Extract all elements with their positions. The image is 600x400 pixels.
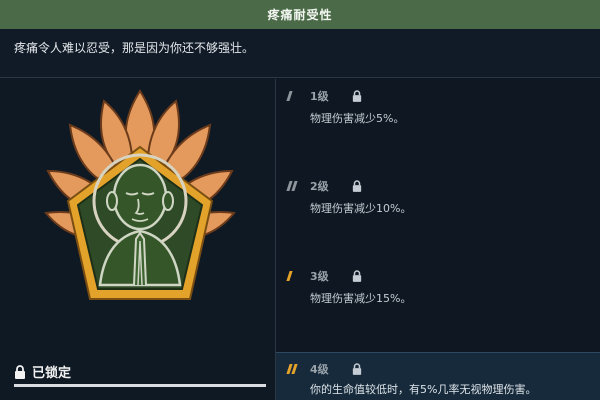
- lock-icon: [352, 270, 362, 282]
- status-divider: [14, 384, 266, 387]
- tier-list: 1级 物理伤害减少5%。 2级 物理伤害减少10%。 3级 物理伤害减少15%。…: [276, 79, 600, 400]
- tier-1-effect: 物理伤害减少5%。: [310, 112, 405, 125]
- lock-icon: [15, 364, 25, 379]
- lock-icon: [352, 90, 362, 102]
- tier-3-label: 3级: [310, 270, 329, 283]
- tier-3-effect: 物理伤害减少15%。: [310, 292, 412, 305]
- tier-1-rank-icon: [286, 91, 302, 101]
- tier-1[interactable]: 1级 物理伤害减少5%。: [276, 79, 600, 169]
- window-title: 疼痛耐受性: [267, 8, 333, 22]
- tier-2-effect: 物理伤害减少10%。: [310, 202, 412, 215]
- tier-4-rank-icon: [286, 364, 302, 374]
- window-title-bar: 疼痛耐受性: [0, 0, 600, 29]
- lock-icon: [352, 180, 362, 192]
- tier-4[interactable]: 4级 你的生命值较低时，有5%几率无视物理伤害。: [276, 352, 600, 400]
- tier-3[interactable]: 3级 物理伤害减少15%。: [276, 259, 600, 349]
- description-text: 疼痛令人难以忍受，那是因为你还不够强壮。: [14, 41, 255, 55]
- tier-4-effect: 你的生命值较低时，有5%几率无视物理伤害。: [310, 383, 537, 396]
- meditating-monk-lotus-icon: [44, 89, 236, 300]
- skill-description: 疼痛令人难以忍受，那是因为你还不够强壮。: [0, 29, 600, 78]
- tier-2-label: 2级: [310, 180, 329, 193]
- tier-2-rank-icon: [286, 181, 302, 191]
- tier-1-label: 1级: [310, 90, 329, 103]
- lock-icon: [352, 363, 362, 375]
- tier-2[interactable]: 2级 物理伤害减少10%。: [276, 169, 600, 259]
- tier-4-label: 4级: [310, 363, 329, 376]
- lock-status-label: 已锁定: [32, 366, 72, 381]
- lock-status: 已锁定: [14, 362, 71, 381]
- tier-3-rank-icon: [286, 271, 302, 281]
- skill-badge-panel: 已锁定: [0, 79, 276, 400]
